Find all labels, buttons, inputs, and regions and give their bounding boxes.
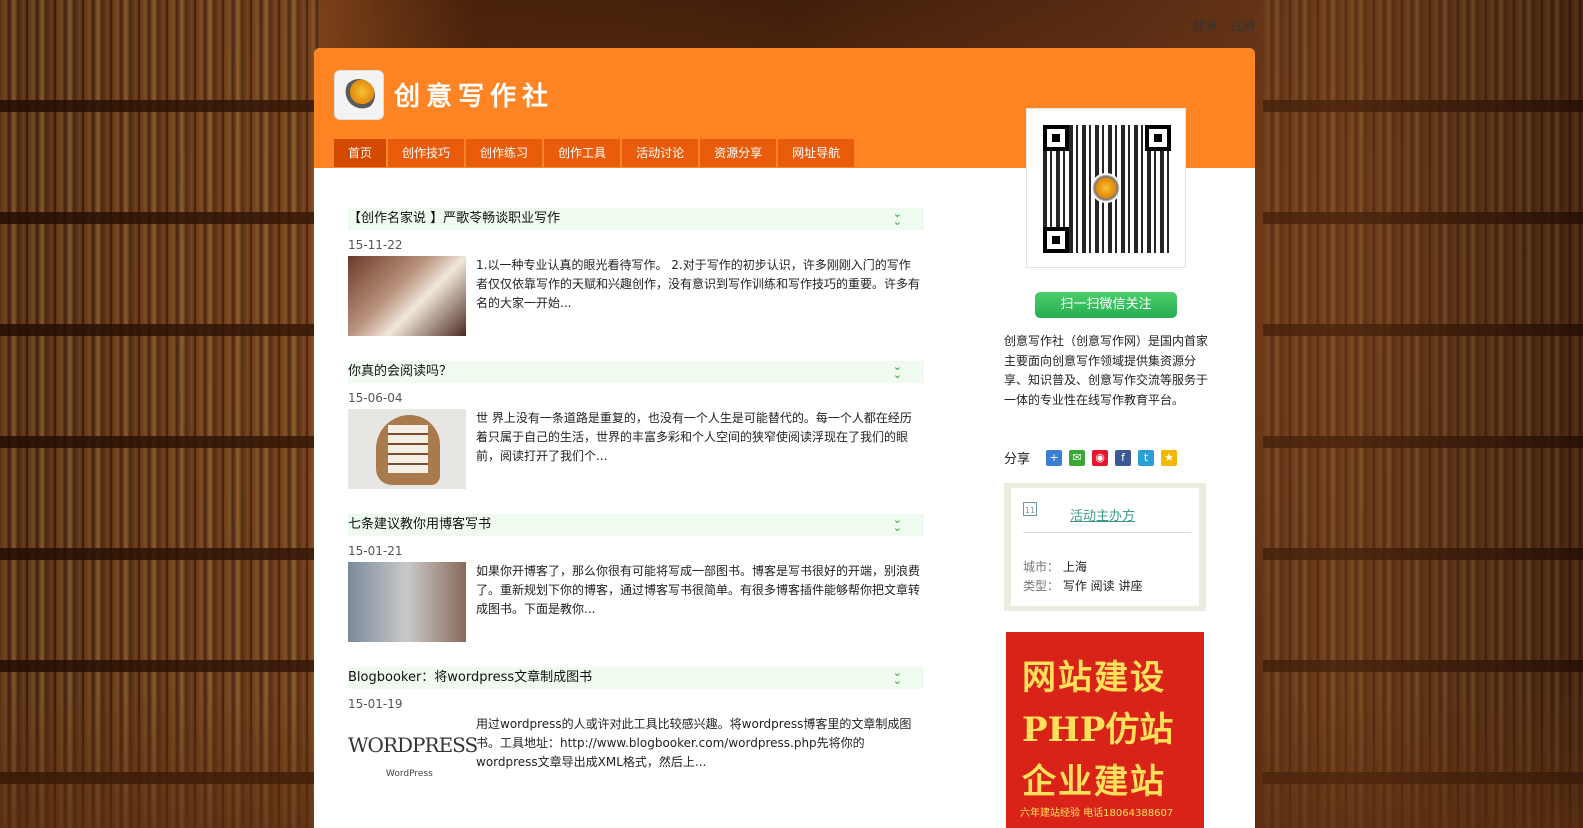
post-excerpt: 1.以一种专业认真的眼光看待写作。 2.对于写作的初步认识，许多刚刚入门的写作者… [476, 258, 921, 310]
post-thumbnail[interactable] [348, 562, 466, 642]
share-bar: 分享 + ✉ ◉ f t ★ [1004, 448, 1184, 467]
post-thumbnail[interactable] [348, 409, 466, 489]
calendar-icon: 11 [1023, 502, 1037, 516]
logo-mark-icon [343, 79, 375, 111]
event-organizer-link[interactable]: 活动主办方 [1070, 505, 1135, 524]
about-text: 创意写作社（创意写作网）是国内首家主要面向创意写作领域提供集资源分享、知识普及、… [1004, 334, 1209, 407]
wechat-icon[interactable]: ✉ [1069, 449, 1086, 466]
list-item: 【创作名家说 】严歌苓畅谈职业写作 ⌄ ⌄ 15-11-22 1.以一种专业认真的… [348, 208, 924, 361]
ad-line-4: 六年建站经验 电话18064388607 [1020, 808, 1174, 819]
qr-finder [1145, 125, 1171, 151]
event-type: 类型： 写作 阅读 讲座 [1023, 577, 1142, 594]
event-city-label: 城市： [1023, 560, 1060, 574]
more-share-icon[interactable]: + [1046, 449, 1063, 466]
event-city-value: 上海 [1062, 560, 1087, 574]
nav-item-writing-tips[interactable]: 创作技巧 [388, 139, 465, 167]
wordpress-logo: WORDPRESS [348, 733, 478, 757]
post-body: 1.以一种专业认真的眼光看待写作。 2.对于写作的初步认识，许多刚刚入门的写作者… [348, 256, 924, 336]
wechat-follow-button[interactable]: 扫一扫微信关注 [1035, 292, 1177, 318]
nav-item-resources[interactable]: 资源分享 [700, 139, 777, 167]
wechat-qr-code [1026, 108, 1186, 268]
post-body: WORDPRESS WordPress 用过wordpress的人或许对此工具比… [348, 715, 924, 795]
nav-item-writing-tools[interactable]: 创作工具 [544, 139, 621, 167]
post-date: 15-06-04 [348, 391, 403, 405]
chevron-down-icon[interactable]: ⌄ ⌄ [893, 667, 902, 686]
post-thumbnail[interactable]: WORDPRESS WordPress [348, 715, 478, 795]
site-logo[interactable] [334, 70, 384, 120]
post-list: 【创作名家说 】严歌苓畅谈职业写作 ⌄ ⌄ 15-11-22 1.以一种专业认真的… [348, 208, 924, 820]
twitter-icon[interactable]: t [1138, 449, 1155, 466]
list-item: 七条建议教你用博客写书 ⌄ ⌄ 15-01-21 如果你开博客了，那么你很有可能将… [348, 514, 924, 667]
event-type-label: 类型： [1023, 579, 1060, 593]
list-item: 你真的会阅读吗？ ⌄ ⌄ 15-06-04 世 界上没有一条道路是重复的，也没有一… [348, 361, 924, 514]
list-item: Blogbooker：将wordpress文章制成图书 ⌄ ⌄ 15-01-19 … [348, 667, 924, 820]
post-excerpt: 世 界上没有一条道路是重复的，也没有一个人生是可能替代的。每一个人都在经历着只属… [476, 411, 912, 463]
qr-finder [1043, 227, 1069, 253]
post-title[interactable]: 七条建议教你用博客写书 ⌄ ⌄ [348, 514, 924, 536]
ad-line-1: 网站建设 [1022, 658, 1166, 698]
chevron-down-icon[interactable]: ⌄ ⌄ [893, 208, 902, 227]
post-body: 如果你开博客了，那么你很有可能将写成一部图书。博客是写书很好的开端，别浪费了。重… [348, 562, 924, 642]
post-title[interactable]: 【创作名家说 】严歌苓畅谈职业写作 ⌄ ⌄ [348, 208, 924, 230]
qr-logo-icon [1091, 173, 1121, 203]
event-organizer-box: 11 活动主办方 城市： 上海 类型： 写作 阅读 讲座 [1004, 483, 1206, 611]
ad-line-2: PHP仿站 [1022, 710, 1174, 750]
post-date: 15-01-19 [348, 697, 403, 711]
facebook-icon[interactable]: f [1115, 449, 1132, 466]
post-title-text[interactable]: 七条建议教你用博客写书 [348, 517, 491, 532]
chevron-down-icon[interactable]: ⌄ ⌄ [893, 514, 902, 533]
post-excerpt: 用过wordpress的人或许对此工具比较感兴趣。将wordpress博客里的文… [476, 717, 912, 769]
post-excerpt: 如果你开博客了，那么你很有可能将写成一部图书。博客是写书很好的开端，别浪费了。重… [476, 564, 921, 616]
chevron-down-icon[interactable]: ⌄ ⌄ [893, 361, 902, 380]
site-name[interactable]: 创意写作社 [394, 76, 554, 113]
event-card: 11 活动主办方 城市： 上海 类型： 写作 阅读 讲座 [1011, 488, 1199, 606]
post-title[interactable]: Blogbooker：将wordpress文章制成图书 ⌄ ⌄ [348, 667, 924, 689]
ad-banner[interactable]: 网站建设 PHP仿站 企业建站 六年建站经验 电话18064388607 [1006, 632, 1204, 828]
weibo-icon[interactable]: ◉ [1092, 449, 1109, 466]
qr-finder [1043, 125, 1069, 151]
event-city: 城市： 上海 [1023, 558, 1087, 575]
post-title-text[interactable]: 你真的会阅读吗？ [348, 364, 452, 379]
event-type-value: 写作 阅读 讲座 [1062, 579, 1143, 593]
nav-item-home[interactable]: 首页 [334, 139, 387, 167]
qzone-icon[interactable]: ★ [1161, 449, 1178, 466]
top-links: 登录 注册 [1193, 17, 1265, 34]
post-title-text[interactable]: Blogbooker：将wordpress文章制成图书 [348, 670, 592, 685]
post-title[interactable]: 你真的会阅读吗？ ⌄ ⌄ [348, 361, 924, 383]
wordpress-logo-caption: WordPress [386, 769, 433, 779]
divider [1023, 532, 1191, 533]
share-label: 分享 [1004, 452, 1031, 467]
post-date: 15-01-21 [348, 544, 403, 558]
head-bookshelf-image [376, 415, 440, 485]
register-link[interactable]: 注册 [1231, 19, 1255, 33]
nav-item-writing-practice[interactable]: 创作练习 [466, 139, 543, 167]
post-date: 15-11-22 [348, 238, 403, 252]
nav-item-events[interactable]: 活动讨论 [622, 139, 699, 167]
login-link[interactable]: 登录 [1193, 19, 1217, 33]
main-nav: 首页 创作技巧 创作练习 创作工具 活动讨论 资源分享 网址导航 [334, 139, 856, 167]
post-thumbnail[interactable] [348, 256, 466, 336]
post-body: 世 界上没有一条道路是重复的，也没有一个人生是可能替代的。每一个人都在经历着只属… [348, 409, 924, 489]
page-container: 创意写作社 首页 创作技巧 创作练习 创作工具 活动讨论 资源分享 网址导航 【… [314, 48, 1255, 828]
ad-line-3: 企业建站 [1022, 762, 1166, 802]
post-title-text[interactable]: 【创作名家说 】严歌苓畅谈职业写作 [348, 211, 560, 226]
nav-item-links[interactable]: 网址导航 [778, 139, 855, 167]
